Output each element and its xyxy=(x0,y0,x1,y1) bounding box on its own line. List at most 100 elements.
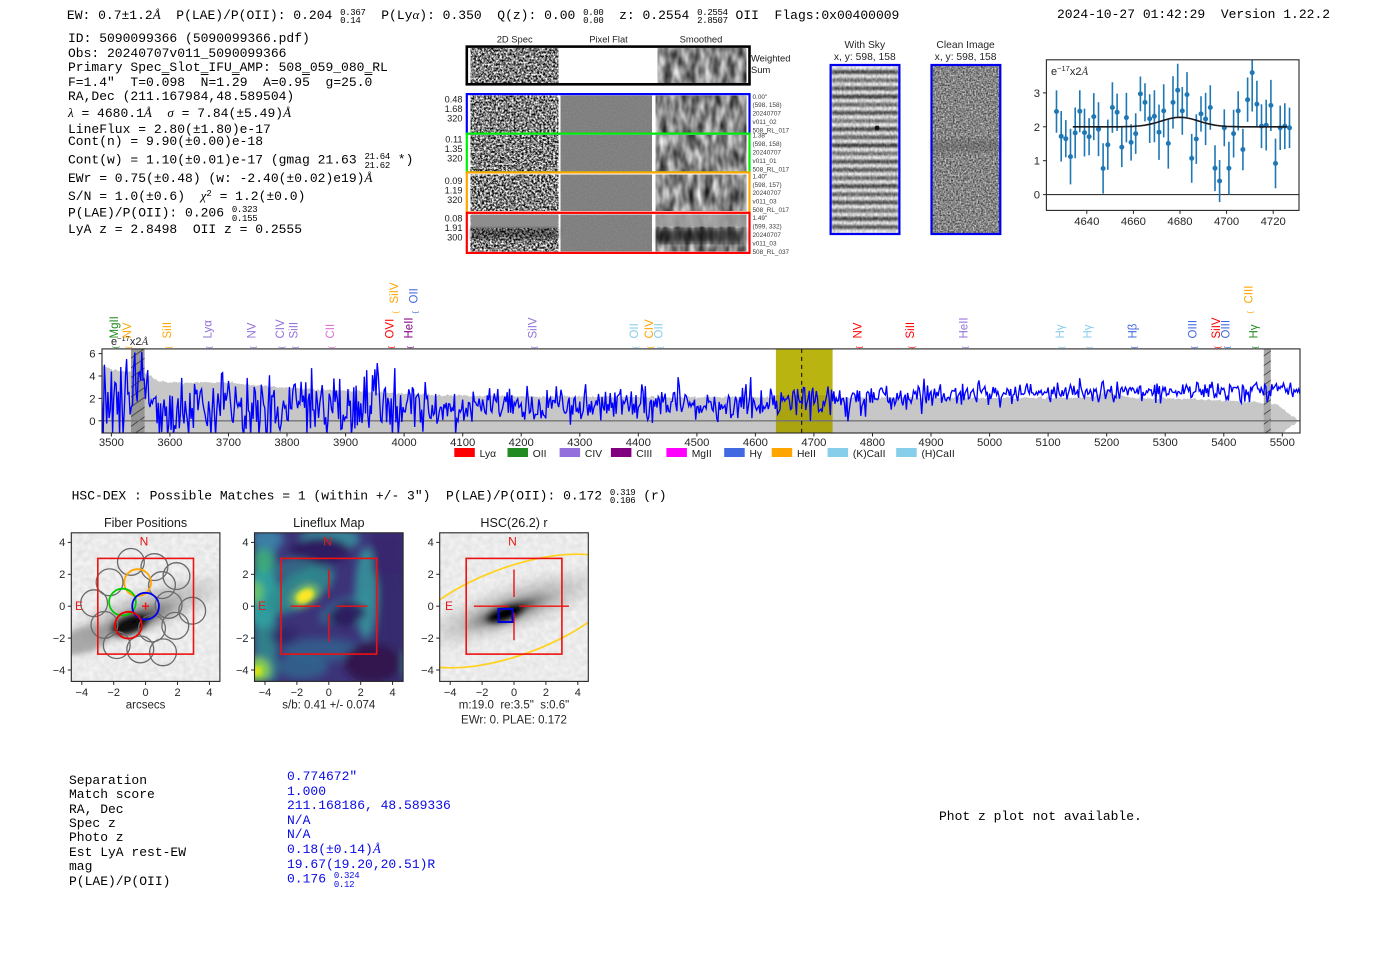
svg-text:Pixel Flat: Pixel Flat xyxy=(589,33,628,44)
svg-text:{: { xyxy=(1130,346,1139,349)
svg-text:2: 2 xyxy=(428,569,434,581)
svg-text:5400: 5400 xyxy=(1211,437,1236,449)
svg-text:4720: 4720 xyxy=(1261,216,1286,228)
svg-text:−4: −4 xyxy=(53,665,66,677)
svg-text:0: 0 xyxy=(59,601,65,613)
svg-text:4680: 4680 xyxy=(1167,216,1192,228)
svg-text:−2: −2 xyxy=(476,687,489,699)
svg-text:Lineflux Map: Lineflux Map xyxy=(293,516,364,530)
svg-text:3500: 3500 xyxy=(99,437,124,449)
svg-text:x, y: 598, 158: x, y: 598, 158 xyxy=(935,52,997,63)
svg-text:20240707: 20240707 xyxy=(753,232,782,239)
svg-text:NV: NV xyxy=(247,322,259,338)
svg-text:4660: 4660 xyxy=(1121,216,1146,228)
svg-text:6: 6 xyxy=(89,349,95,361)
svg-text:{: { xyxy=(961,346,970,349)
svg-text:OIII: OIII xyxy=(1221,320,1233,339)
svg-text:{: { xyxy=(1213,346,1222,349)
svg-text:−2: −2 xyxy=(107,687,120,699)
svg-text:m:19.0 re:3.5" s:0.6": m:19.0 re:3.5" s:0.6" xyxy=(459,700,569,712)
svg-text:N: N xyxy=(140,535,149,549)
svg-text:4: 4 xyxy=(390,687,396,699)
svg-text:{: { xyxy=(411,311,420,314)
svg-text:5200: 5200 xyxy=(1094,437,1119,449)
svg-text:SiIV: SiIV xyxy=(527,317,539,338)
svg-text:OII: OII xyxy=(629,323,641,338)
svg-text:{: { xyxy=(631,346,640,349)
svg-text:Hγ: Hγ xyxy=(750,449,763,460)
svg-text:0.08: 0.08 xyxy=(445,213,463,223)
svg-text:4700: 4700 xyxy=(801,437,826,449)
svg-text:−4: −4 xyxy=(421,665,434,677)
svg-text:NV: NV xyxy=(122,322,134,338)
svg-text:508_RL_037: 508_RL_037 xyxy=(753,249,790,256)
svg-text:{: { xyxy=(405,346,414,349)
svg-text:{: { xyxy=(1085,346,1094,349)
svg-text:{: { xyxy=(907,346,916,349)
svg-text:4100: 4100 xyxy=(450,437,475,449)
svg-text:508_RL_017: 508_RL_017 xyxy=(753,207,790,214)
svg-text:OII: OII xyxy=(654,323,666,338)
svg-text:4800: 4800 xyxy=(860,437,885,449)
svg-text:−2: −2 xyxy=(421,633,434,645)
svg-text:{: { xyxy=(1251,346,1260,349)
svg-text:OIII: OIII xyxy=(1188,320,1200,339)
svg-text:HeII: HeII xyxy=(797,449,816,460)
svg-text:{: { xyxy=(391,311,400,314)
svg-text:SiII: SiII xyxy=(289,322,301,339)
svg-text:0.09: 0.09 xyxy=(445,176,463,186)
svg-text:MgII: MgII xyxy=(109,316,121,338)
svg-text:v011_03: v011_03 xyxy=(753,199,777,206)
svg-text:5500: 5500 xyxy=(1270,437,1295,449)
svg-text:3600: 3600 xyxy=(157,437,182,449)
svg-text:OII: OII xyxy=(533,449,547,460)
svg-text:2: 2 xyxy=(174,687,180,699)
svg-text:Smoothed: Smoothed xyxy=(680,33,723,44)
svg-text:v011_03: v011_03 xyxy=(753,240,777,247)
svg-text:3700: 3700 xyxy=(216,437,241,449)
svg-text:2: 2 xyxy=(89,393,95,405)
svg-text:3900: 3900 xyxy=(333,437,358,449)
svg-text:4640: 4640 xyxy=(1074,216,1099,228)
svg-text:EWr: 0. PLAE: 0.172: EWr: 0. PLAE: 0.172 xyxy=(461,715,567,727)
svg-text:{: { xyxy=(164,346,173,349)
svg-text:4: 4 xyxy=(59,537,65,549)
svg-text:Hγ: Hγ xyxy=(1083,324,1095,338)
svg-text:4400: 4400 xyxy=(626,437,651,449)
svg-text:CIV: CIV xyxy=(585,449,602,460)
svg-text:Hβ: Hβ xyxy=(1128,323,1140,338)
svg-text:x, y: 598, 158: x, y: 598, 158 xyxy=(834,52,896,63)
svg-text:−2: −2 xyxy=(236,633,249,645)
svg-text:2: 2 xyxy=(358,687,364,699)
svg-text:arcsecs: arcsecs xyxy=(126,700,166,712)
svg-text:4700: 4700 xyxy=(1214,216,1239,228)
svg-text:{: { xyxy=(204,346,213,349)
svg-text:{: { xyxy=(249,346,258,349)
svg-text:{: { xyxy=(529,346,538,349)
svg-text:−4: −4 xyxy=(236,665,249,677)
svg-text:0: 0 xyxy=(1034,190,1040,202)
svg-text:v011_01: v011_01 xyxy=(753,158,777,165)
svg-text:0: 0 xyxy=(326,687,332,699)
svg-text:SiIV: SiIV xyxy=(389,282,401,303)
svg-text:With Sky: With Sky xyxy=(844,40,885,51)
svg-text:2: 2 xyxy=(1034,122,1040,134)
svg-text:0.48: 0.48 xyxy=(445,95,463,105)
svg-text:1.91: 1.91 xyxy=(445,223,463,233)
svg-text:4: 4 xyxy=(428,537,434,549)
svg-text:{: { xyxy=(1246,311,1255,314)
svg-text:0: 0 xyxy=(242,601,248,613)
svg-text:CII: CII xyxy=(325,324,337,339)
svg-text:Clean Image: Clean Image xyxy=(936,40,995,51)
svg-text:{: { xyxy=(1190,346,1199,349)
svg-text:SiII: SiII xyxy=(162,322,174,339)
svg-text:{: { xyxy=(1057,346,1066,349)
svg-text:0: 0 xyxy=(428,601,434,613)
svg-text:20240707: 20240707 xyxy=(753,190,782,197)
svg-text:4300: 4300 xyxy=(567,437,592,449)
svg-text:1.38": 1.38" xyxy=(753,133,768,140)
svg-text:1.35: 1.35 xyxy=(445,144,463,154)
svg-text:4: 4 xyxy=(242,537,248,549)
svg-text:0.11: 0.11 xyxy=(445,134,462,144)
svg-text:(598, 158): (598, 158) xyxy=(753,141,782,148)
